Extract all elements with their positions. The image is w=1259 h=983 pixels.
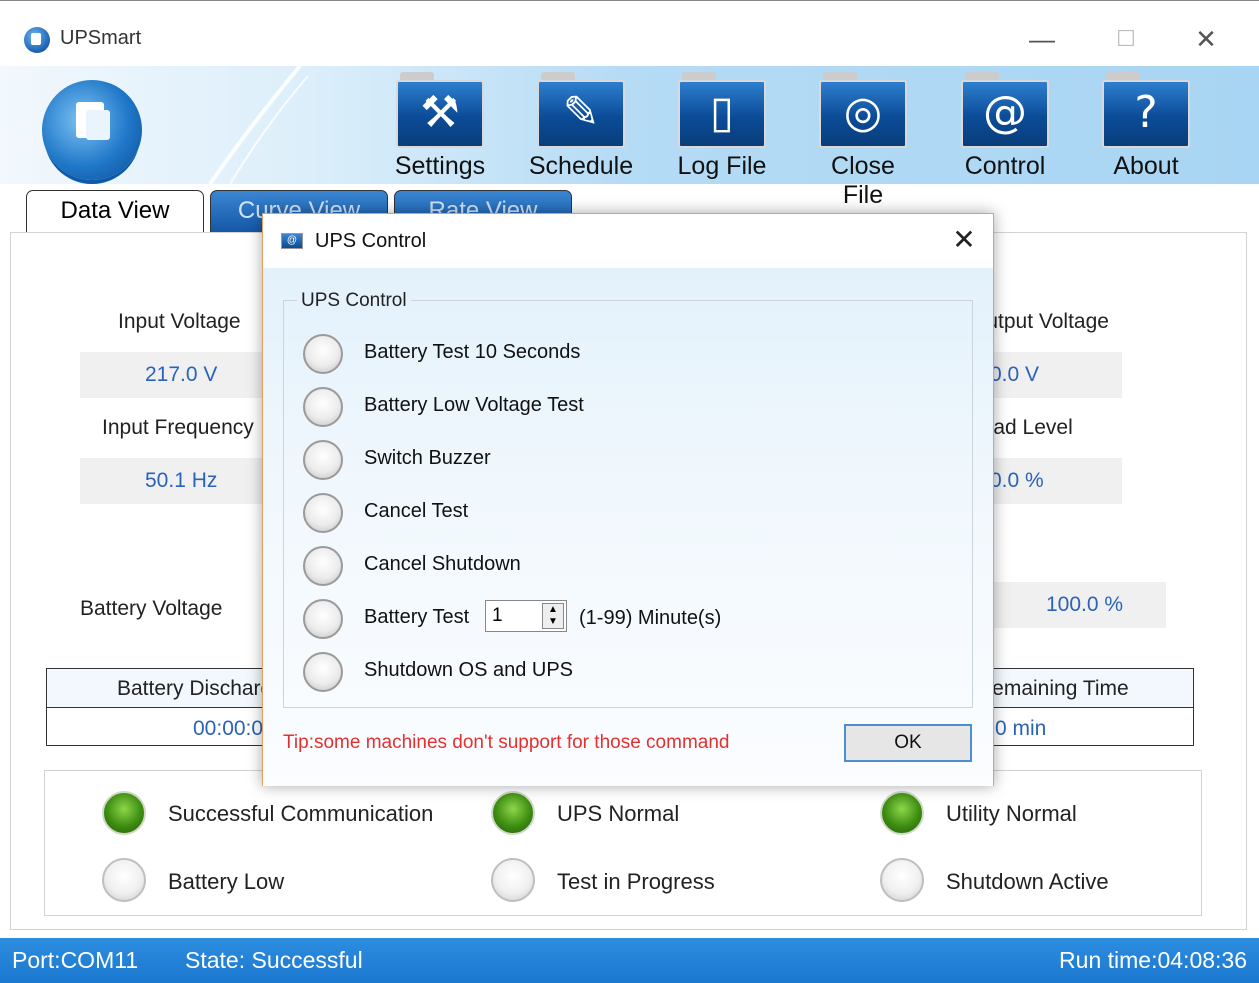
document-icon: ▯: [678, 80, 766, 148]
maximize-button[interactable]: ☐: [1098, 19, 1154, 59]
battery-test-minutes-stepper[interactable]: 1 ▲ ▼: [485, 600, 567, 632]
control-button[interactable]: @ Control: [951, 72, 1059, 181]
spinner-arrows-icon[interactable]: ▲ ▼: [542, 603, 564, 629]
input-frequency-value: 50.1 Hz: [80, 458, 270, 504]
shutdown-os-ups-radio[interactable]: [303, 652, 343, 692]
settings-label: Settings: [394, 152, 486, 180]
successful-communication-label: Successful Communication: [168, 801, 434, 826]
battery-test-10s-radio[interactable]: [303, 334, 343, 374]
battery-low-voltage-test-radio[interactable]: [303, 387, 343, 427]
status-bar: Port:COM11 State: Successful Run time:04…: [0, 938, 1259, 983]
test-in-progress-led: [491, 858, 535, 902]
input-voltage-value: 217.0 V: [80, 352, 270, 398]
communication-led: [102, 791, 146, 835]
dialog-title-bar: @ UPS Control ✕: [263, 214, 993, 268]
control-label: Control: [964, 152, 1046, 180]
tab-data-view[interactable]: Data View: [26, 190, 204, 232]
ups-control-dialog: @ UPS Control ✕ UPS Control Battery Test…: [262, 213, 994, 786]
battery-low-voltage-test-label: Battery Low Voltage Test: [364, 394, 584, 416]
shutdown-active-label: Shutdown Active: [946, 869, 1109, 894]
utility-normal-label: Utility Normal: [946, 801, 1077, 826]
port-status: Port:COM11: [12, 947, 139, 973]
close-button[interactable]: ✕: [1178, 19, 1234, 59]
app-icon: [24, 27, 50, 53]
load-level-value: 0.0 %: [990, 458, 1122, 504]
shutdown-os-ups-label: Shutdown OS and UPS: [364, 659, 574, 681]
input-voltage-label: Input Voltage: [118, 310, 241, 333]
edit-icon: ✎: [537, 80, 625, 148]
minimize-button[interactable]: —: [1014, 19, 1070, 59]
battery-voltage-label: Battery Voltage: [80, 597, 223, 620]
remaining-time-header: Remaining Time: [977, 677, 1129, 700]
ups-normal-label: UPS Normal: [557, 801, 680, 826]
schedule-label: Schedule: [528, 152, 634, 180]
question-icon: ?: [1102, 80, 1190, 148]
tip-text: Tip:some machines don't support for thos…: [283, 732, 730, 753]
about-button[interactable]: ? About: [1092, 72, 1200, 181]
disc-icon: ◎: [819, 80, 907, 148]
at-icon: @: [961, 80, 1049, 148]
battery-test-minutes-radio[interactable]: [303, 599, 343, 639]
minutes-range-label: (1-99) Minute(s): [579, 607, 722, 629]
cancel-shutdown-label: Cancel Shutdown: [364, 553, 521, 575]
minutes-value: 1: [492, 605, 503, 626]
battery-test-minutes-label: Battery Test: [364, 606, 470, 628]
about-label: About: [1113, 152, 1179, 180]
log-file-label: Log File: [677, 152, 767, 180]
group-label: UPS Control: [297, 290, 411, 312]
schedule-button[interactable]: ✎ Schedule: [527, 72, 635, 181]
close-file-button[interactable]: ◎ Close File: [809, 72, 917, 210]
title-bar: UPSmart — ☐ ✕: [0, 0, 1259, 67]
window-title: UPSmart: [60, 27, 142, 49]
switch-buzzer-radio[interactable]: [303, 440, 343, 480]
banner-swoosh: [208, 66, 309, 184]
utility-normal-led: [880, 791, 924, 835]
cancel-shutdown-radio[interactable]: [303, 546, 343, 586]
dialog-body: UPS Control Battery Test 10 Seconds Batt…: [263, 268, 993, 786]
dialog-at-icon: @: [281, 233, 303, 249]
ups-normal-led: [491, 791, 535, 835]
input-frequency-label: Input Frequency: [102, 416, 254, 439]
settings-button[interactable]: ⚒ Settings: [386, 72, 494, 181]
switch-buzzer-label: Switch Buzzer: [364, 447, 491, 469]
output-voltage-value: 0.0 V: [990, 352, 1122, 398]
dialog-title: UPS Control: [315, 230, 427, 252]
log-file-button[interactable]: ▯ Log File: [668, 72, 776, 181]
upsmart-logo: [42, 80, 142, 180]
cancel-test-radio[interactable]: [303, 493, 343, 533]
cancel-test-label: Cancel Test: [364, 500, 469, 522]
remaining-time-value: 0 min: [995, 717, 1047, 740]
toolbar-banner: ⚒ Settings ✎ Schedule ▯ Log File ◎ Close…: [0, 66, 1259, 209]
dialog-close-button[interactable]: ✕: [949, 222, 979, 258]
close-file-label: Close File: [831, 152, 895, 209]
ok-button[interactable]: OK: [844, 724, 972, 762]
battery-capacity-value: 100.0 %: [994, 582, 1166, 628]
hammer-icon: ⚒: [396, 80, 484, 148]
run-time-status: Run time:04:08:36: [1059, 947, 1247, 973]
battery-low-label: Battery Low: [168, 869, 285, 894]
battery-test-10s-label: Battery Test 10 Seconds: [364, 341, 581, 363]
battery-low-led: [102, 858, 146, 902]
test-in-progress-label: Test in Progress: [557, 869, 715, 894]
shutdown-active-led: [880, 858, 924, 902]
state-status: State: Successful: [185, 947, 363, 973]
